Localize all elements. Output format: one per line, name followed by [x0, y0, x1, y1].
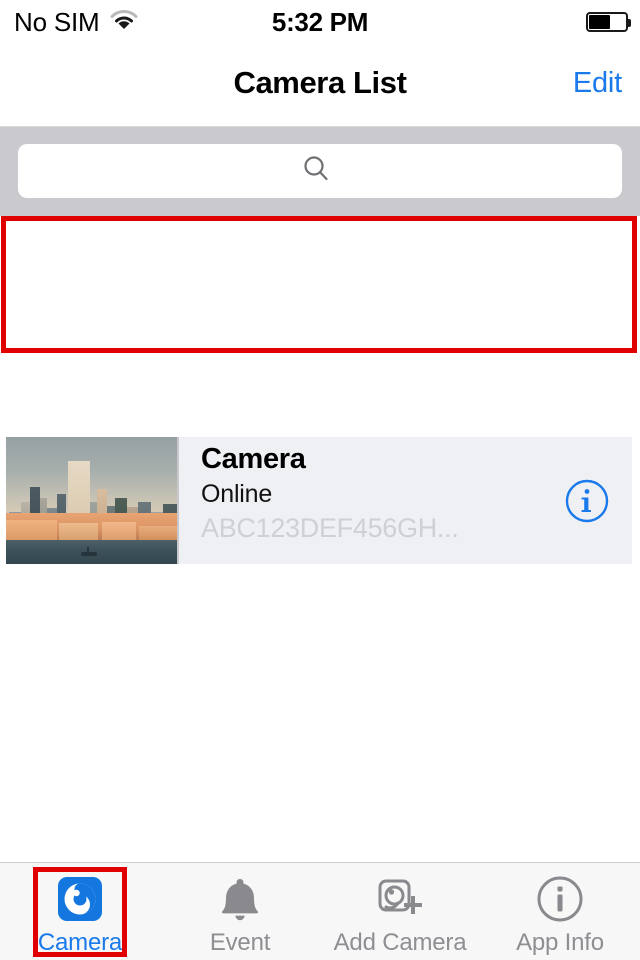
camera-list: Camera Online ABC123DEF456GH...	[0, 216, 640, 862]
tab-event[interactable]: Event	[160, 863, 320, 960]
tab-add-camera[interactable]: Add Camera	[320, 863, 480, 960]
camera-name: Camera	[201, 443, 306, 475]
page-title: Camera List	[233, 65, 407, 100]
clock-label: 5:32 PM	[271, 6, 369, 37]
status-bar: No SIM 5:32 PM	[0, 0, 640, 44]
navigation-bar: Camera List Edit	[0, 44, 640, 127]
camera-thumbnail	[6, 437, 179, 564]
boat-detail	[81, 547, 98, 557]
camera-list-row[interactable]: Camera Online ABC123DEF456GH...	[6, 437, 632, 564]
status-bar-right	[586, 0, 631, 44]
app-screen: No SIM 5:32 PM Camera List Edit Camera O…	[0, 0, 640, 960]
search-icon	[301, 154, 331, 189]
tab-camera-label: Camera	[37, 929, 123, 956]
add-camera-icon	[372, 871, 428, 927]
info-circle-icon[interactable]	[564, 478, 610, 524]
battery-icon	[586, 12, 631, 32]
search-input[interactable]	[18, 144, 622, 198]
tab-add-camera-label: Add Camera	[333, 929, 467, 956]
tab-event-label: Event	[209, 929, 271, 956]
tab-bar: Camera Event Add Camera App Info	[0, 862, 640, 960]
search-bar-container	[0, 127, 640, 216]
camera-icon	[52, 871, 108, 927]
camera-info: Camera Online ABC123DEF456GH...	[179, 437, 632, 564]
bell-icon	[212, 871, 268, 927]
tab-camera[interactable]: Camera	[0, 863, 160, 960]
tab-app-info-label: App Info	[516, 929, 604, 956]
info-circle-icon	[532, 871, 588, 927]
tab-app-info[interactable]: App Info	[480, 863, 640, 960]
edit-button[interactable]: Edit	[573, 44, 622, 122]
